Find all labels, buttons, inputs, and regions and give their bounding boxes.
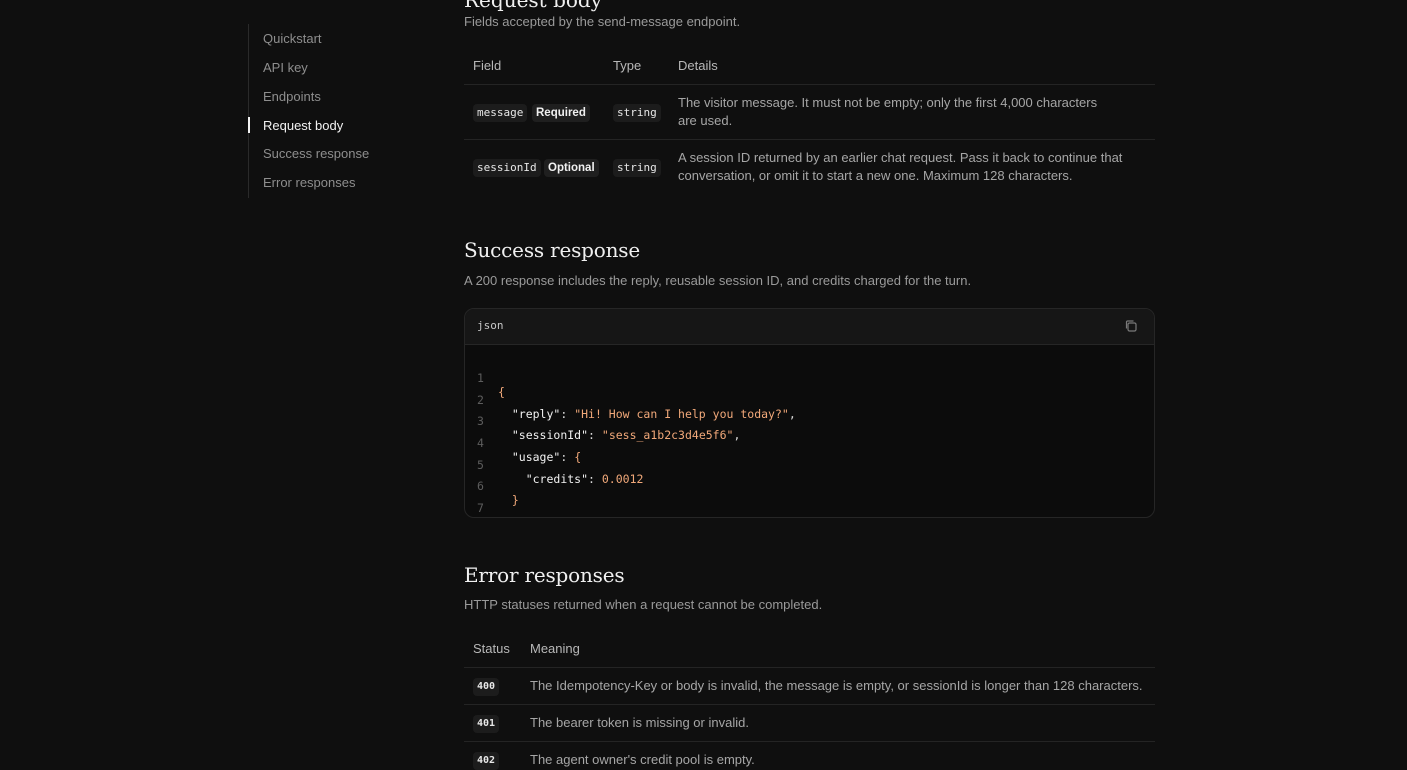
column-header-meaning: Meaning — [530, 641, 580, 656]
success-response-description: A 200 response includes the reply, reusa… — [464, 273, 972, 288]
json-value: "Hi! How can I help you today?" — [574, 407, 789, 421]
field-name: message — [473, 104, 528, 122]
code-line: 5 "credits": 0.0012 — [465, 444, 643, 486]
table-divider — [464, 741, 1155, 742]
code-line: 6 } — [465, 465, 520, 507]
status-code: 401 — [473, 715, 500, 733]
table-divider — [464, 704, 1155, 705]
json-value: 0.0012 — [601, 472, 644, 486]
sidebar-item-endpoints[interactable]: Endpoints — [263, 89, 321, 104]
field-type: string — [613, 159, 661, 177]
column-header-field: Field — [473, 58, 502, 73]
field-details: The visitor message. It must not be empt… — [678, 95, 1098, 128]
sidebar-item-request-body[interactable]: Request body — [263, 118, 343, 133]
json-value: { — [574, 450, 582, 464]
column-header-type: Type — [613, 58, 642, 73]
status-code: 400 — [473, 678, 500, 696]
json-key: "sessionId" — [511, 428, 589, 442]
optional-badge: Optional — [544, 159, 599, 177]
field-type: string — [613, 104, 661, 122]
field-details: A session ID returned by an earlier chat… — [678, 150, 1123, 183]
table-divider — [464, 667, 1155, 668]
active-indicator — [248, 117, 250, 133]
table-divider — [464, 139, 1155, 140]
code-line: 7 } — [465, 487, 520, 517]
sidebar-item-quickstart[interactable]: Quickstart — [263, 31, 322, 46]
column-header-status: Status — [473, 641, 510, 656]
code-block-header: json — [465, 309, 1154, 345]
status-meaning: The Idempotency-Key or body is invalid, … — [530, 678, 1143, 693]
request-body-heading: Request body — [464, 0, 603, 12]
code-language-label: json — [477, 319, 504, 332]
code-line: 3 "sessionId": "sess_a1b2c3d4e5f6", — [465, 400, 740, 442]
line-number: 7 — [477, 501, 484, 515]
json-key: "credits" — [525, 472, 589, 486]
success-response-heading: Success response — [464, 238, 640, 262]
column-header-details: Details — [678, 58, 718, 73]
error-responses-heading: Error responses — [464, 563, 625, 587]
json-trail: , — [733, 428, 741, 442]
error-responses-description: HTTP statuses returned when a request ca… — [464, 597, 823, 612]
field-name: sessionId — [473, 159, 541, 177]
code-text: "sessionId": "sess_a1b2c3d4e5f6", — [511, 428, 741, 442]
sidebar-item-error-responses[interactable]: Error responses — [263, 175, 355, 190]
status-meaning: The bearer token is missing or invalid. — [530, 715, 749, 730]
json-trail: , — [788, 407, 796, 421]
code-block: json 1 { 2 "reply": "Hi! How can I help … — [464, 308, 1155, 518]
request-body-description: Fields accepted by the send-message endp… — [464, 14, 741, 29]
status-code: 402 — [473, 752, 500, 770]
table-divider — [464, 84, 1155, 85]
code-line: 1 { — [465, 357, 520, 399]
code-line: 2 "reply": "Hi! How can I help you today… — [465, 379, 796, 421]
required-badge: Required — [532, 104, 590, 122]
code-line: 4 "usage": { — [465, 422, 581, 464]
sidebar-item-success-response[interactable]: Success response — [263, 146, 369, 161]
docs-sidebar-nav: Quickstart API key Endpoints Request bod… — [248, 24, 439, 198]
sidebar-item-api-key[interactable]: API key — [263, 60, 308, 75]
code-text: "reply": "Hi! How can I help you today?"… — [511, 407, 796, 421]
json-value: "sess_a1b2c3d4e5f6" — [601, 428, 734, 442]
copy-icon[interactable] — [1124, 319, 1138, 333]
code-text: } — [498, 515, 505, 517]
status-meaning: The agent owner's credit pool is empty. — [530, 752, 755, 767]
